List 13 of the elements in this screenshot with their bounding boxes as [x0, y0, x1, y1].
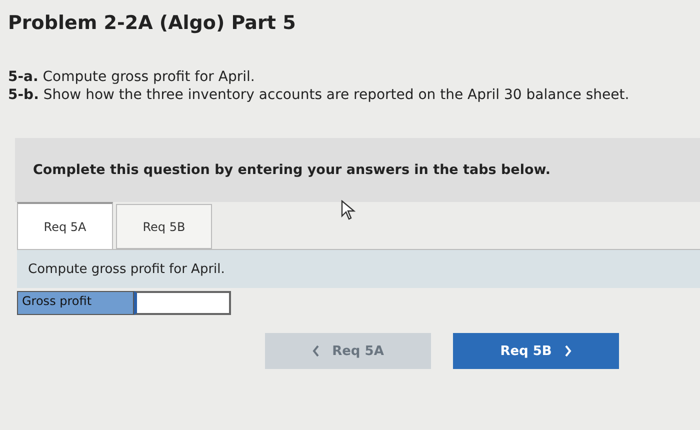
- requirement-text: 5-a. Compute gross profit for April.: [8, 68, 256, 86]
- instruction-text: Complete this question by entering your answers in the tabs below.: [33, 162, 550, 178]
- chevron-icon: [312, 345, 320, 357]
- requirement-text: 5-b. Show how the three inventory accounts are reported on the April 30 balance sheet.: [8, 86, 630, 104]
- next-button[interactable]: Req 5B: [453, 333, 619, 369]
- tab[interactable]: Req 5A: [17, 202, 113, 249]
- panel-prompt: Compute gross profit for April.: [28, 262, 225, 276]
- input-field[interactable]: [134, 291, 231, 315]
- chevron-icon: [564, 345, 572, 357]
- tab[interactable]: Req 5B: [116, 204, 212, 249]
- row-label: Gross profit: [17, 291, 134, 315]
- page-title: Problem 2-2A (Algo) Part 5: [7, 11, 297, 34]
- mouse-cursor-icon: [341, 200, 357, 220]
